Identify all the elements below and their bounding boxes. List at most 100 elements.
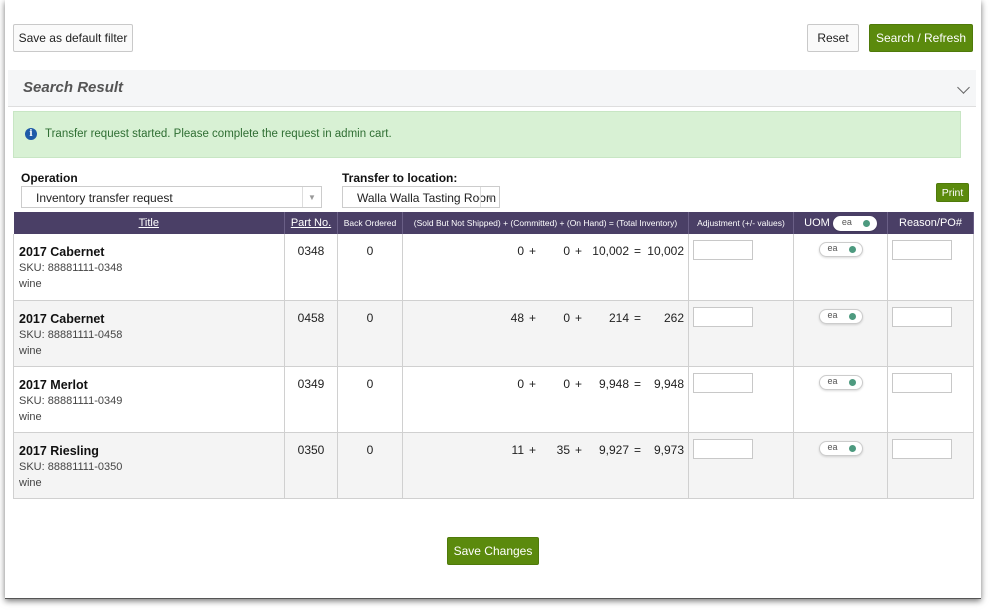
sold-not-shipped-value: 11	[511, 442, 524, 457]
uom-toggle-label: ea	[827, 441, 838, 452]
save-changes-button[interactable]: Save Changes	[447, 537, 539, 565]
transfer-location-value: Walla Walla Tasting Room	[357, 191, 496, 205]
operation-label: Operation	[21, 171, 78, 185]
toggle-knob	[848, 246, 856, 253]
cell-adjustment	[688, 300, 794, 367]
inventory-table: Title Part No. Back Ordered (Sold But No…	[13, 212, 974, 499]
uom-toggle-label: ea	[827, 243, 838, 253]
on-hand-value: 9,927	[598, 442, 629, 457]
toggle-knob	[848, 312, 856, 320]
operation-select-value: Inventory transfer request	[36, 191, 173, 205]
column-header-part-no[interactable]: Part No.	[284, 212, 338, 234]
reason-input[interactable]	[892, 306, 952, 327]
product-name: 2017 Cabernet	[19, 245, 105, 259]
equals-sign: =	[633, 244, 641, 258]
sold-not-shipped-value: 0	[517, 244, 524, 258]
cell-inventory: 11 +35 +9,927 = 9,973	[402, 432, 689, 499]
cell-reason	[887, 366, 974, 433]
committed-value: 0	[563, 376, 570, 391]
save-default-filter-button[interactable]: Save as default filter	[13, 24, 133, 52]
uom-toggle[interactable]: ea	[818, 440, 863, 456]
plus-sign: +	[528, 244, 536, 258]
plus-sign: +	[574, 442, 582, 457]
cell-title: 2017 Riesling SKU: 88881111-0350 wine	[13, 432, 285, 499]
transfer-location-select[interactable]: Walla Walla Tasting Room ▼	[342, 186, 500, 208]
cell-title: 2017 Merlot SKU: 88881111-0349 wine	[13, 366, 285, 433]
cell-part-no: 0349	[284, 366, 338, 433]
adjustment-input[interactable]	[693, 240, 753, 260]
product-name: 2017 Merlot	[19, 377, 88, 392]
total-inventory-value: 9,973	[653, 442, 684, 457]
uom-toggle-label: ea	[841, 216, 852, 227]
reason-input[interactable]	[892, 438, 952, 459]
toggle-knob	[862, 219, 870, 227]
reset-button[interactable]: Reset	[807, 24, 859, 52]
column-header-title[interactable]: Title	[13, 212, 285, 234]
sold-not-shipped-value: 0	[517, 376, 524, 391]
product-sku: SKU: 88881111-0350	[19, 460, 123, 473]
uom-toggle-label: ea	[827, 309, 838, 320]
total-inventory-value: 10,002	[647, 244, 684, 258]
dropdown-arrow-icon: ▼	[480, 187, 499, 207]
sold-not-shipped-value: 48	[510, 310, 524, 325]
cell-uom: ea	[793, 300, 888, 367]
toggle-knob	[848, 378, 856, 386]
cell-part-no: 0458	[284, 300, 338, 367]
product-category: wine	[19, 278, 42, 290]
info-alert: i Transfer request started. Please compl…	[13, 111, 961, 158]
cell-uom: ea	[793, 366, 888, 433]
product-sku: SKU: 88881111-0458	[19, 328, 123, 341]
adjustment-input[interactable]	[693, 438, 753, 459]
adjustment-input[interactable]	[693, 306, 753, 327]
on-hand-value: 10,002	[592, 244, 629, 258]
committed-value: 35	[556, 442, 570, 457]
reason-input[interactable]	[892, 372, 952, 393]
cell-adjustment	[688, 366, 794, 433]
adjustment-input[interactable]	[693, 372, 753, 393]
product-sku: SKU: 88881111-0349	[19, 394, 123, 407]
uom-toggle[interactable]: ea	[818, 374, 863, 390]
uom-toggle[interactable]: ea	[818, 242, 863, 257]
plus-sign: +	[528, 310, 536, 325]
cell-part-no: 0350	[284, 432, 338, 499]
cell-back-ordered: 0	[337, 234, 403, 301]
search-result-title: Search Result	[23, 79, 124, 96]
plus-sign: +	[528, 376, 536, 391]
cell-inventory: 48 +0 +214 = 262	[402, 300, 689, 367]
chevron-down-icon[interactable]	[957, 81, 970, 94]
cell-reason	[887, 432, 974, 499]
cell-part-no: 0348	[284, 234, 338, 301]
cell-title: 2017 Cabernet SKU: 88881111-0348 wine	[13, 234, 285, 301]
alert-message: Transfer request started. Please complet…	[45, 128, 392, 140]
cell-reason	[887, 300, 974, 367]
table-header-row: Title Part No. Back Ordered (Sold But No…	[13, 212, 974, 234]
table-row: 2017 Cabernet SKU: 88881111-0348 wine 0348 0…	[13, 234, 974, 301]
uom-toggle[interactable]: ea	[818, 308, 863, 324]
search-refresh-button[interactable]: Search / Refresh	[869, 24, 973, 52]
toggle-knob	[848, 444, 856, 452]
table-row: 2017 Merlot SKU: 88881111-0349 wine 0349 0 0 +…	[13, 366, 974, 433]
uom-toggle-label: ea	[827, 375, 838, 386]
column-header-inventory: (Sold But Not Shipped) + (Committed) + (…	[402, 212, 689, 234]
column-header-uom: UOM ea	[793, 212, 888, 234]
plus-sign: +	[574, 310, 582, 325]
plus-sign: +	[574, 244, 582, 258]
uom-master-toggle[interactable]: ea	[832, 215, 877, 231]
search-result-header[interactable]: Search Result	[8, 70, 976, 107]
total-inventory-value: 9,948	[653, 376, 684, 391]
uom-header-label: UOM	[804, 217, 830, 229]
total-inventory-value: 262	[663, 310, 684, 325]
cell-uom: ea	[793, 432, 888, 499]
committed-value: 0	[563, 310, 570, 325]
cell-title: 2017 Cabernet SKU: 88881111-0458 wine	[13, 300, 285, 367]
reason-input[interactable]	[892, 240, 952, 260]
committed-value: 0	[563, 244, 570, 258]
plus-sign: +	[574, 376, 582, 391]
cell-back-ordered: 0	[337, 366, 403, 433]
operation-select[interactable]: Inventory transfer request ▼	[21, 186, 322, 208]
cell-adjustment	[688, 234, 794, 301]
column-header-back-ordered: Back Ordered	[337, 212, 403, 234]
on-hand-value: 214	[608, 310, 629, 325]
equals-sign: =	[633, 310, 641, 325]
print-button[interactable]: Print	[936, 183, 969, 202]
